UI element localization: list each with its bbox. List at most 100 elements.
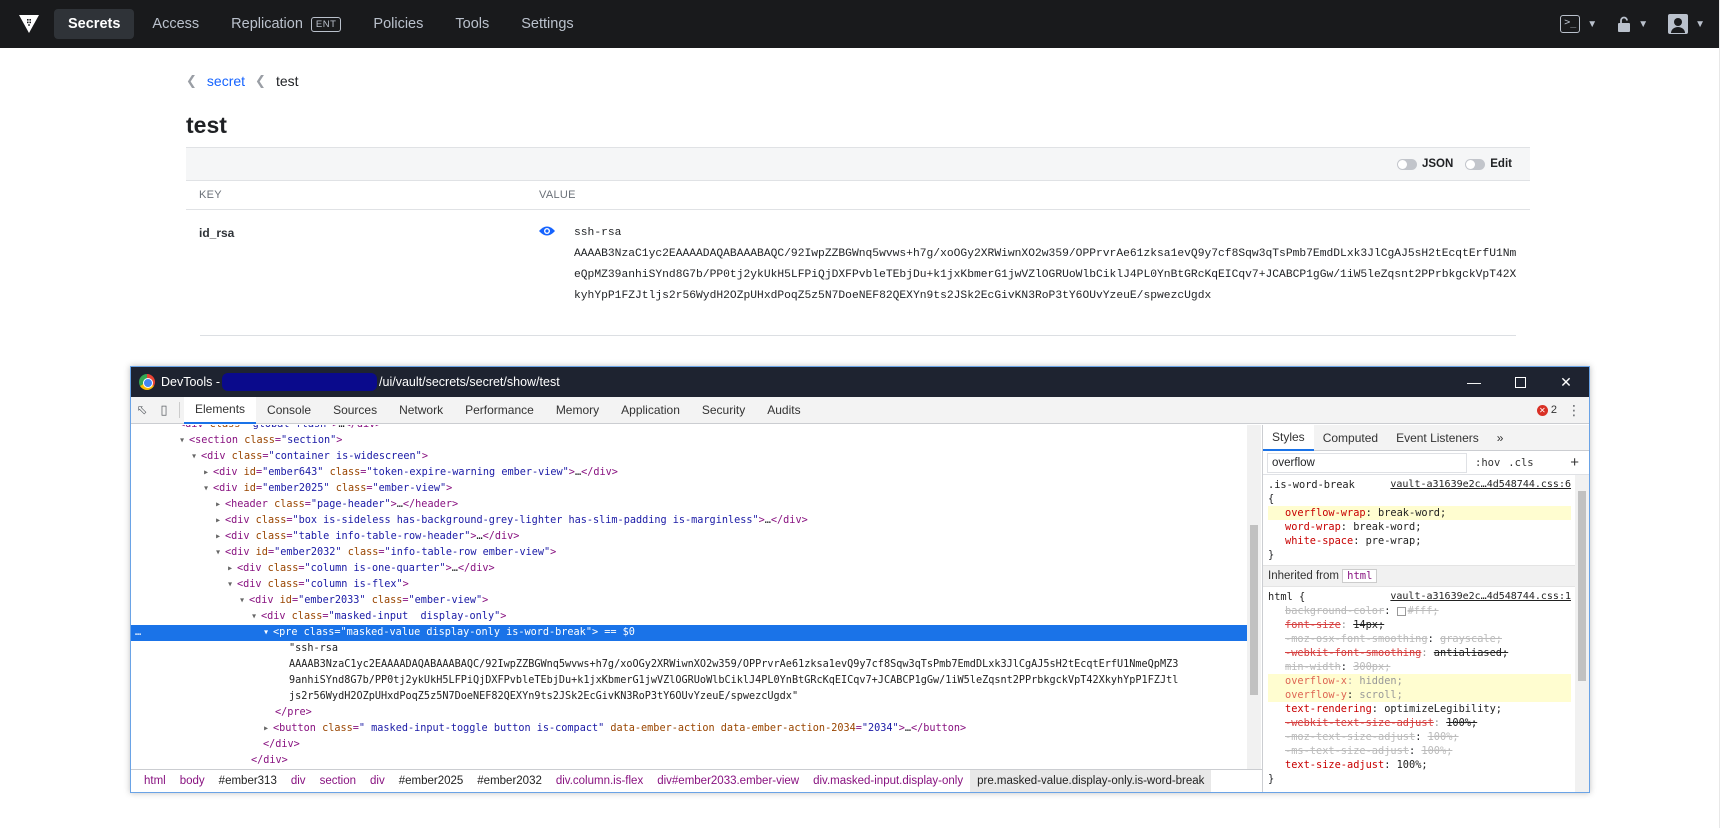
new-rule-icon[interactable]: +: [1570, 454, 1579, 471]
rule-source-link[interactable]: vault-a31639e2c…4d548744.css:6: [1390, 478, 1571, 492]
inherited-tag[interactable]: html: [1342, 569, 1378, 583]
inspect-element-icon[interactable]: ⬁: [131, 402, 153, 418]
dom-node[interactable]: ▾ <div class="container is-widescreen">: [131, 449, 1247, 465]
dom-node-selected[interactable]: … ▾ <pre class="masked-value display-only …: [131, 625, 1247, 641]
tab-network[interactable]: Network: [388, 397, 454, 424]
nav-settings[interactable]: Settings: [507, 9, 587, 39]
styles-filter-input[interactable]: overflow: [1267, 452, 1467, 473]
dom-node[interactable]: ▾ <div id="ember2033" class="ember-view">: [131, 593, 1247, 609]
dom-node[interactable]: ▾ <section class="section">: [131, 433, 1247, 449]
dom-text-node[interactable]: "ssh-rsa AAAAB3NzaC1yc2EAAAADAQABAAABAQC…: [131, 641, 1247, 705]
toolbar-separator: [179, 402, 180, 418]
styles-scrollbar[interactable]: [1575, 475, 1589, 792]
css-declaration[interactable]: white-space: pre-wrap;: [1268, 534, 1571, 548]
minimize-button[interactable]: —: [1451, 367, 1497, 397]
dom-node[interactable]: ▸ <button class=" masked-input-toggle but…: [131, 721, 1247, 737]
dom-crumb[interactable]: body: [173, 775, 212, 787]
css-declaration[interactable]: font-size: 14px;: [1268, 618, 1571, 632]
dom-node[interactable]: </pre>: [131, 705, 1247, 721]
dom-node[interactable]: ▾ <div class="masked-input display-only">: [131, 609, 1247, 625]
more-options-icon[interactable]: ⋮: [1567, 402, 1581, 419]
hov-toggle[interactable]: :hov: [1475, 457, 1500, 469]
dom-node[interactable]: ▾ <div class="column is-flex">: [131, 577, 1247, 593]
scroll-thumb[interactable]: [1250, 525, 1258, 695]
css-declaration[interactable]: -moz-text-size-adjust: 100%;: [1268, 730, 1571, 744]
dom-crumb[interactable]: div: [284, 775, 313, 787]
dom-node[interactable]: ▸ <header class="page-header">…</header>: [131, 497, 1247, 513]
dom-crumb[interactable]: #ember313: [212, 775, 284, 787]
css-declaration[interactable]: overflow-wrap: break-word;: [1268, 506, 1571, 520]
device-toolbar-icon[interactable]: ▯: [153, 402, 175, 418]
chevron-left-icon: ❮: [186, 73, 197, 88]
more-tabs-icon[interactable]: »: [1488, 425, 1513, 451]
cls-toggle[interactable]: .cls: [1508, 457, 1533, 469]
css-declaration[interactable]: -moz-osx-font-smoothing: grayscale;: [1268, 632, 1571, 646]
eye-icon[interactable]: [538, 224, 556, 242]
dom-node[interactable]: ▾ <div id="ember2025" class="ember-view">: [131, 481, 1247, 497]
tab-styles[interactable]: Styles: [1263, 424, 1314, 451]
close-button[interactable]: ✕: [1543, 367, 1589, 397]
css-declaration[interactable]: overflow-x: hidden;: [1268, 674, 1571, 688]
dom-crumb[interactable]: #ember2032: [470, 775, 549, 787]
console-toggle[interactable]: >_ ▼: [1560, 15, 1597, 33]
dom-crumb[interactable]: html: [137, 775, 173, 787]
tab-memory[interactable]: Memory: [545, 397, 610, 424]
css-declaration[interactable]: -webkit-font-smoothing: antialiased;: [1268, 646, 1571, 660]
user-menu[interactable]: ▼: [1668, 14, 1705, 34]
dom-node[interactable]: ▸ <div id="ember643" class="token-expire-…: [131, 465, 1247, 481]
dom-crumb[interactable]: div.masked-input.display-only: [806, 775, 970, 787]
breadcrumb-test[interactable]: test: [276, 73, 299, 89]
dom-node[interactable]: <div class="global-flash">…</div>: [131, 425, 1247, 433]
dom-node[interactable]: ▾ <div id="ember2032" class="info-table-r…: [131, 545, 1247, 561]
css-declaration[interactable]: min-width: 300px;: [1268, 660, 1571, 674]
tab-audits[interactable]: Audits: [756, 397, 811, 424]
secret-key: id_rsa: [199, 226, 235, 240]
dom-node[interactable]: ▸ <div class="column is-one-quarter">…</d…: [131, 561, 1247, 577]
value-column-header: VALUE: [539, 189, 576, 201]
page-scrollbar[interactable]: [1719, 0, 1735, 828]
css-declaration[interactable]: text-size-adjust: 100%;: [1268, 758, 1571, 772]
tab-elements[interactable]: Elements: [184, 396, 257, 424]
vault-logo[interactable]: [14, 9, 44, 39]
css-declaration[interactable]: overflow-y: scroll;: [1268, 688, 1571, 702]
json-toggle[interactable]: JSON: [1396, 158, 1453, 170]
scroll-thumb[interactable]: [1578, 491, 1586, 681]
tab-performance[interactable]: Performance: [454, 397, 545, 424]
rule-source-link[interactable]: vault-a31639e2c…4d548744.css:1: [1390, 590, 1571, 604]
dom-crumb[interactable]: #ember2025: [392, 775, 471, 787]
css-declaration[interactable]: background-color: #fff;: [1268, 604, 1571, 618]
breadcrumb-secret[interactable]: secret: [207, 73, 245, 89]
tab-console[interactable]: Console: [256, 397, 322, 424]
error-counter[interactable]: ✕ 2: [1536, 404, 1557, 416]
css-declaration[interactable]: -ms-text-size-adjust: 100%;: [1268, 744, 1571, 758]
dom-node[interactable]: </div>: [131, 737, 1247, 753]
maximize-icon: [1514, 376, 1526, 388]
nav-access[interactable]: Access: [138, 9, 213, 39]
css-declaration[interactable]: word-wrap: break-word;: [1268, 520, 1571, 534]
css-declaration[interactable]: text-rendering: optimizeLegibility;: [1268, 702, 1571, 716]
dom-node[interactable]: </div>: [131, 753, 1247, 769]
nav-tools[interactable]: Tools: [441, 9, 503, 39]
dom-crumb[interactable]: div#ember2033.ember-view: [650, 775, 806, 787]
maximize-button[interactable]: [1497, 367, 1543, 397]
edit-toggle[interactable]: Edit: [1465, 158, 1512, 170]
dom-crumb[interactable]: div: [363, 775, 392, 787]
css-value: 100%;: [1446, 717, 1478, 729]
nav-policies[interactable]: Policies: [359, 9, 437, 39]
status-menu[interactable]: ▼: [1617, 16, 1648, 32]
tab-computed[interactable]: Computed: [1314, 425, 1387, 451]
nav-replication[interactable]: Replication ENT: [217, 9, 355, 39]
tab-event-listeners[interactable]: Event Listeners: [1387, 425, 1488, 451]
dom-node[interactable]: ▸ <div class="box is-sideless has-backgro…: [131, 513, 1247, 529]
css-declaration[interactable]: -webkit-text-size-adjust: 100%;: [1268, 716, 1571, 730]
nav-secrets[interactable]: Secrets: [54, 9, 135, 39]
tab-application[interactable]: Application: [610, 397, 691, 424]
tab-security[interactable]: Security: [691, 397, 756, 424]
dom-crumb-current[interactable]: pre.masked-value.display-only.is-word-br…: [970, 770, 1212, 792]
dom-crumb[interactable]: section: [313, 775, 363, 787]
dom-tree-scrollbar[interactable]: [1247, 425, 1261, 769]
color-swatch-icon[interactable]: [1396, 606, 1406, 616]
dom-crumb[interactable]: div.column.is-flex: [549, 775, 650, 787]
dom-node[interactable]: ▸ <div class="table info-table-row-header…: [131, 529, 1247, 545]
tab-sources[interactable]: Sources: [322, 397, 388, 424]
